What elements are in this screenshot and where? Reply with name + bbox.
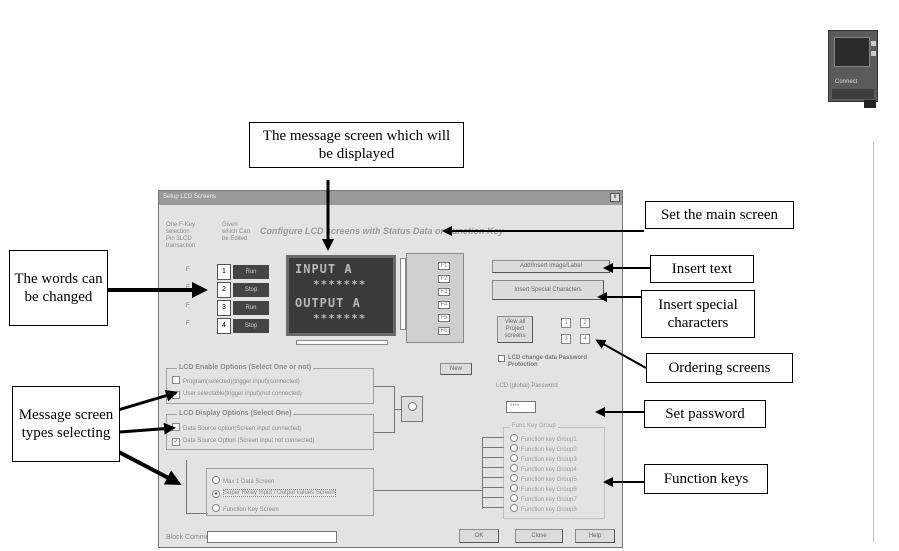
arrow-type-2 — [119, 422, 176, 435]
callout-function-keys: Function keys — [644, 464, 768, 494]
callout-words-changed: The words can be changed — [9, 250, 108, 326]
callout-insert-text: Insert text — [650, 255, 754, 283]
arrow-type-3 — [114, 448, 182, 485]
callout-main-screen: Set the main screen — [645, 201, 794, 229]
arrow-type-1 — [117, 389, 178, 412]
callout-message-types: Message screen types selecting — [12, 386, 120, 462]
callout-set-password: Set password — [644, 400, 766, 428]
arrow-ordering — [595, 339, 647, 369]
callout-ordering: Ordering screens — [646, 353, 793, 383]
callout-message-screen: The message screen which will be display… — [249, 122, 464, 168]
callout-insert-special: Insert special characters — [641, 290, 755, 338]
